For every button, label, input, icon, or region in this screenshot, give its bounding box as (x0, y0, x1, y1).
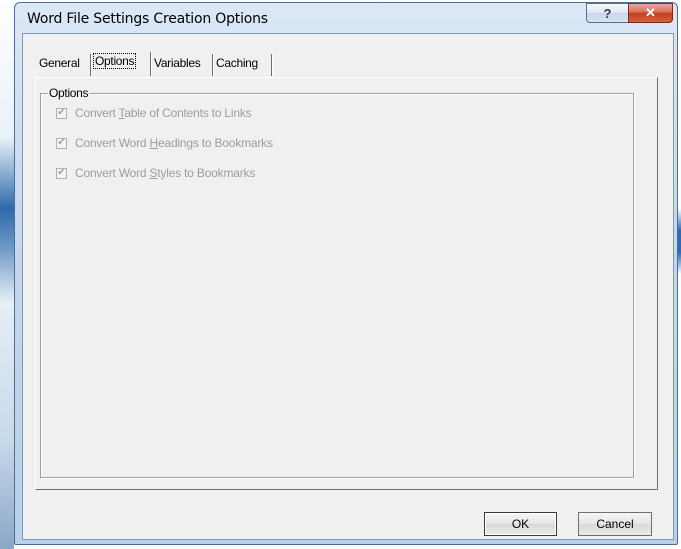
tab-general-label: General (39, 56, 80, 70)
checkbox-box[interactable]: ✔ (56, 167, 67, 179)
checkbox-box[interactable]: ✔ (56, 107, 67, 119)
background-window-edge (0, 0, 14, 549)
tab-options-label: Options (92, 53, 137, 69)
ok-button[interactable]: OK (484, 512, 557, 536)
checkbox-convert-headings-bookmarks[interactable]: ✔ Convert Word Headings to Bookmarks (56, 135, 273, 151)
tab-caching-label: Caching (216, 56, 258, 70)
check-icon: ✔ (57, 167, 66, 178)
close-icon: ✕ (645, 5, 656, 20)
tab-general[interactable]: General (36, 54, 91, 76)
tab-options[interactable]: Options (91, 52, 151, 76)
tab-variables-label: Variables (154, 56, 201, 70)
checkbox-label-toc: Convert Table of Contents to Links (75, 106, 252, 120)
dialog-window: Word File Settings Creation Options ? ✕ … (14, 2, 678, 545)
check-icon: ✔ (57, 107, 66, 118)
title-bar[interactable]: Word File Settings Creation Options ? ✕ (15, 3, 677, 33)
checkbox-convert-styles-bookmarks[interactable]: ✔ Convert Word Styles to Bookmarks (56, 165, 255, 181)
options-group-label: Options (48, 86, 90, 100)
help-button[interactable]: ? (586, 3, 629, 23)
dialog-title: Word File Settings Creation Options (27, 11, 268, 27)
question-mark-icon: ? (603, 5, 612, 21)
checkbox-convert-toc-links[interactable]: ✔ Convert Table of Contents to Links (56, 105, 252, 121)
cancel-button[interactable]: Cancel (578, 512, 652, 536)
dialog-client-area: General Options Variables Caching Option… (22, 33, 674, 540)
checkbox-box[interactable]: ✔ (56, 137, 67, 149)
checkbox-label-headings: Convert Word Headings to Bookmarks (75, 136, 273, 150)
tab-variables[interactable]: Variables (151, 54, 213, 76)
tab-caching[interactable]: Caching (213, 54, 272, 76)
check-icon: ✔ (57, 137, 66, 148)
checkbox-label-styles: Convert Word Styles to Bookmarks (75, 166, 256, 180)
close-button[interactable]: ✕ (628, 3, 673, 23)
